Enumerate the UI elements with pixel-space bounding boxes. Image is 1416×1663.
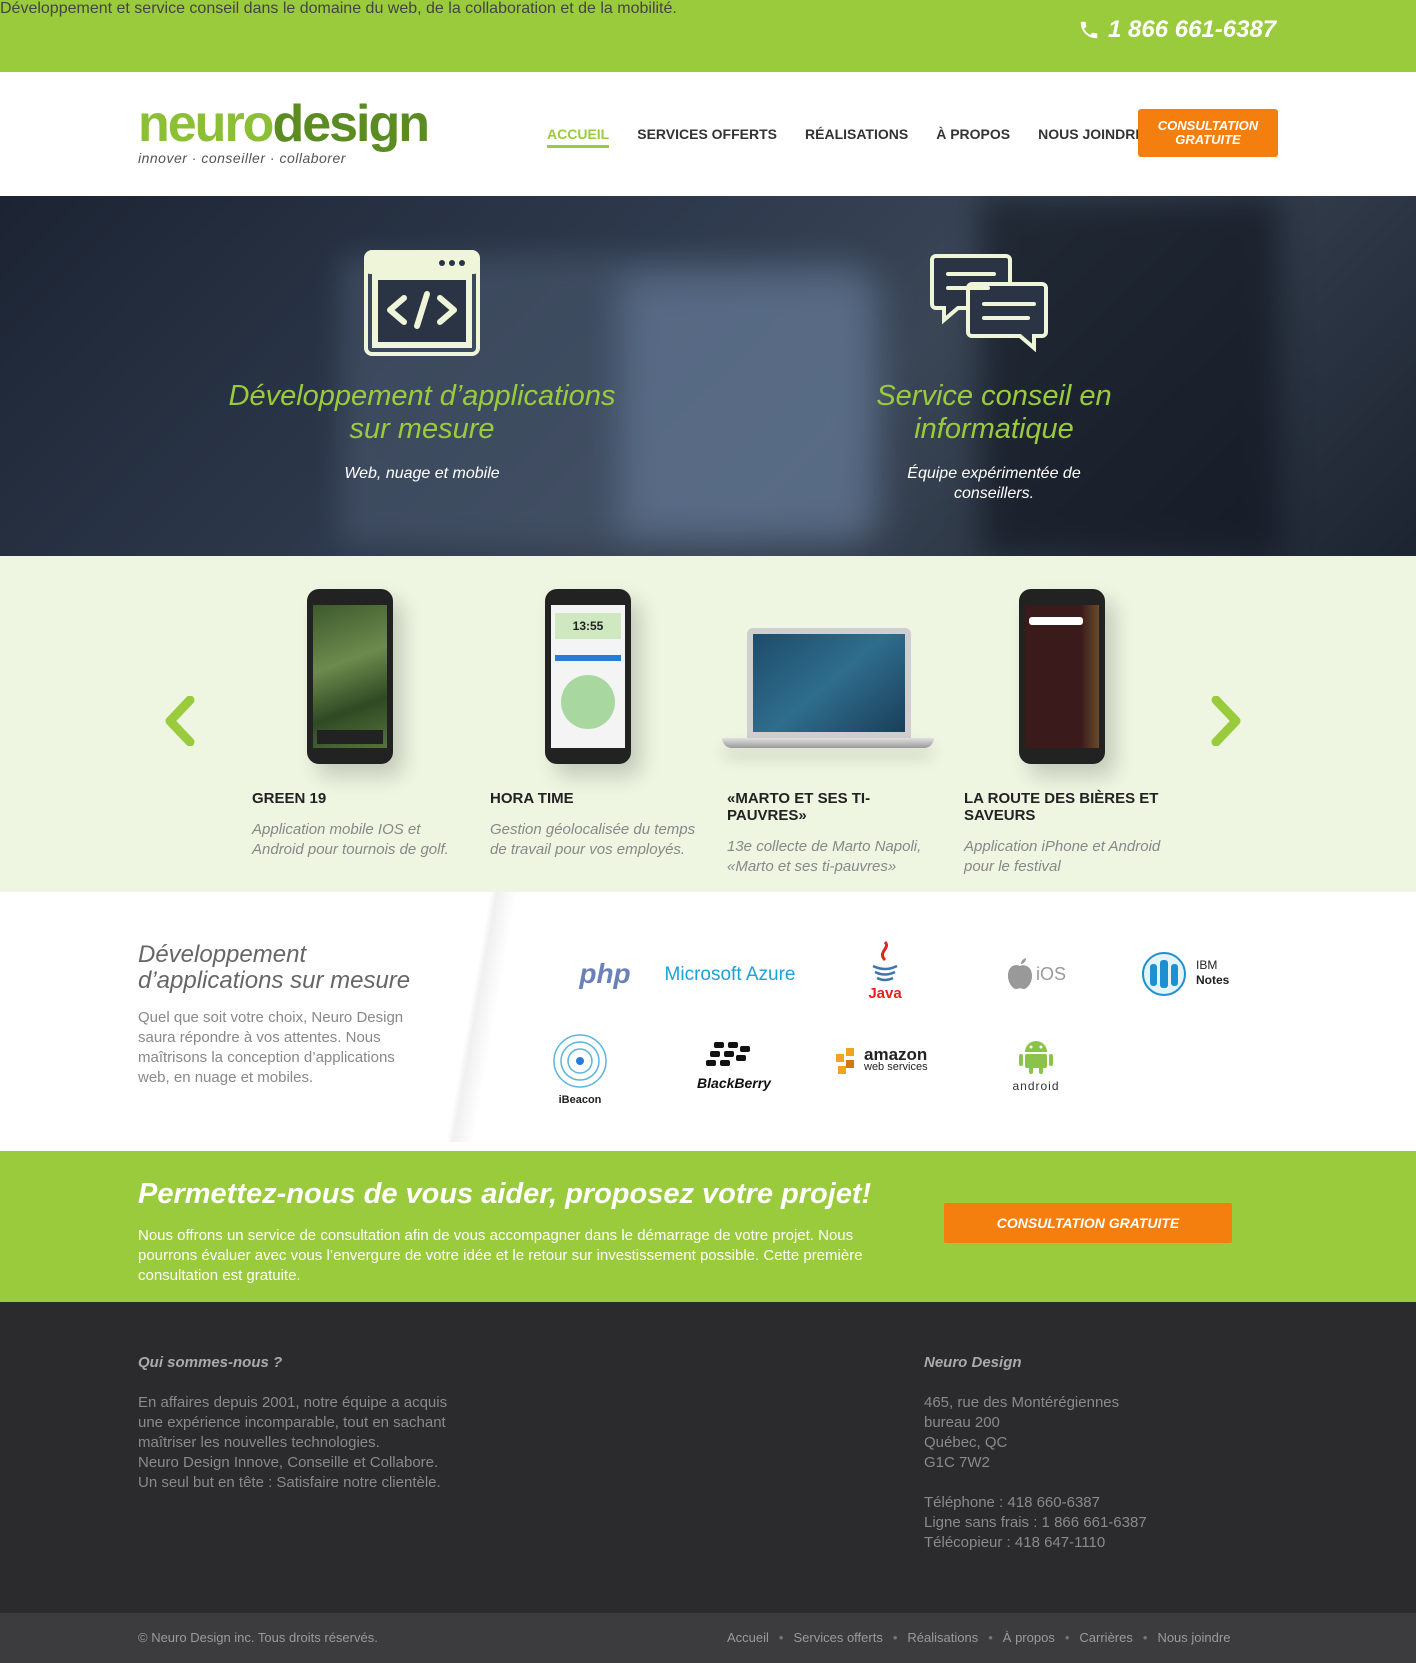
consultation-button-header[interactable]: CONSULTATION GRATUITE xyxy=(1138,109,1278,157)
carousel-next-arrow[interactable] xyxy=(1210,694,1244,754)
footer-nav-accueil[interactable]: Accueil xyxy=(727,1630,769,1645)
cta-text: Nous offrons un service de consultation … xyxy=(138,1227,863,1284)
footer-nav-carrieres[interactable]: Carrières xyxy=(1079,1630,1132,1645)
consultation-button[interactable]: CONSULTATION GRATUITE xyxy=(944,1203,1232,1243)
code-window-icon xyxy=(364,250,480,356)
portfolio-carousel xyxy=(0,556,1416,892)
ibeacon-logo: iBeacon xyxy=(548,1033,612,1106)
carousel-prev-arrow[interactable] xyxy=(162,694,196,754)
chevron-right-icon xyxy=(1211,695,1241,747)
tagline: Développement et service conseil dans le… xyxy=(0,0,677,17)
java-logo: Java xyxy=(860,940,910,1002)
logo-word-design: design xyxy=(272,95,430,153)
phone-icon xyxy=(1080,21,1098,39)
hero-subtitle-development: Web, nuage et mobile xyxy=(344,465,500,482)
android-robot-icon xyxy=(1019,1041,1053,1074)
tech-section-text: Quel que soit votre choix, Neuro Design … xyxy=(138,1009,404,1086)
phone-number: 1 866 661-6387 xyxy=(1108,16,1277,43)
footer-contact: Téléphone : 418 660-6387 Ligne sans frai… xyxy=(924,1494,1147,1551)
java-label: Java xyxy=(868,985,902,1002)
phone-link[interactable]: 1 866 661-6387 xyxy=(1078,16,1276,44)
footer-address: 465, rue des Montérégiennes bureau 200 Q… xyxy=(924,1394,1120,1471)
main-nav: ACCUEIL SERVICES OFFERTS RÉALISATIONS À … xyxy=(547,126,1145,148)
aws-cubes-icon xyxy=(836,1048,854,1074)
portfolio-item-title[interactable]: GREEN 19 xyxy=(252,790,462,807)
ibm-notes-icon xyxy=(1142,952,1186,996)
chevron-left-icon xyxy=(165,695,195,747)
portfolio-item-title[interactable]: «MARTO ET SES TI-PAUVRES» xyxy=(727,790,907,824)
apple-icon xyxy=(1008,958,1032,990)
portfolio-item-title[interactable]: HORA TIME xyxy=(490,790,700,807)
hero-service-development: Développement d’applications sur mesure … xyxy=(222,380,622,484)
cta-title: Permettez-nous de vous aider, proposez v… xyxy=(138,1178,872,1210)
hero-title-consulting: Service conseil en informatique xyxy=(876,380,1112,445)
nav-accueil[interactable]: ACCUEIL xyxy=(547,126,610,148)
footer-about-text: En affaires depuis 2001, notre équipe a … xyxy=(138,1394,448,1491)
notes-label: Notes xyxy=(1196,973,1230,987)
horatime-phone-image[interactable]: 13:55 xyxy=(545,589,631,764)
amazon-label: amazon xyxy=(864,1045,928,1064)
footer-company-title: Neuro Design xyxy=(924,1354,1022,1371)
aws-logo: amazon web services xyxy=(834,1046,944,1076)
footer-nav-realisations[interactable]: Réalisations xyxy=(907,1630,978,1645)
ibm-label: IBM xyxy=(1196,958,1218,972)
nav-nous-joindre[interactable]: NOUS JOINDRE xyxy=(1038,126,1145,148)
hero-banner xyxy=(0,196,1416,556)
logo-word-neuro: neuro xyxy=(138,95,274,153)
chat-bubbles-icon xyxy=(930,254,1048,352)
footer-about-title: Qui sommes-nous ? xyxy=(138,1354,283,1371)
green19-phone-image[interactable] xyxy=(307,589,393,764)
blackberry-label: BlackBerry xyxy=(697,1075,771,1091)
php-logo: php xyxy=(579,958,631,989)
hero-subtitle-consulting: Équipe expérimentée de conseillers. xyxy=(907,465,1081,502)
marto-laptop-image[interactable] xyxy=(747,628,911,738)
android-label: android xyxy=(1012,1079,1060,1093)
portfolio-item-title[interactable]: LA ROUTE DES BIÈRES ET SAVEURS xyxy=(964,790,1164,824)
blackberry-logo: BlackBerry xyxy=(684,1040,784,1091)
footer-nav: Accueil • Services offerts • Réalisations •… xyxy=(727,1630,1231,1645)
horatime-clock: 13:55 xyxy=(555,613,621,639)
ibeacon-label: iBeacon xyxy=(558,1094,602,1106)
tech-section-title: Développement d’applications sur mesure xyxy=(138,941,411,994)
ios-label: iOS xyxy=(1036,963,1067,984)
android-logo: android xyxy=(1000,1038,1072,1093)
nav-services[interactable]: SERVICES OFFERTS xyxy=(637,126,777,148)
copyright: © Neuro Design inc. Tous droits réservés… xyxy=(138,1630,378,1645)
java-cup-icon xyxy=(872,940,898,982)
footer-nav-nous-joindre[interactable]: Nous joindre xyxy=(1157,1630,1230,1645)
portfolio-item-desc: Application iPhone et Android pour le fe… xyxy=(964,838,1161,875)
azure-logo: Microsoft Azure xyxy=(664,964,796,985)
footer-nav-services[interactable]: Services offerts xyxy=(793,1630,882,1645)
footer-nav-a-propos[interactable]: À propos xyxy=(1003,1630,1055,1645)
ios-logo: iOS xyxy=(1006,958,1070,990)
portfolio-item-desc: Gestion géolocalisée du temps de travail… xyxy=(490,821,696,858)
site-logo[interactable]: neurodesign innover · conseiller · colla… xyxy=(138,95,430,166)
hero-title-development: Développement d’applications sur mesure xyxy=(228,380,616,445)
ibeacon-icon xyxy=(553,1034,607,1088)
webservices-label: web services xyxy=(864,1061,928,1073)
portfolio-item-desc: 13e collecte de Marto Napoli, «Marto et … xyxy=(727,838,922,875)
portfolio-item-desc: Application mobile IOS et Android pour t… xyxy=(252,821,449,858)
blackberry-icon xyxy=(706,1042,750,1066)
nav-realisations[interactable]: RÉALISATIONS xyxy=(805,126,908,148)
route-bieres-phone-image[interactable] xyxy=(1019,589,1105,764)
ibm-notes-logo: IBM Notes xyxy=(1140,950,1250,996)
nav-a-propos[interactable]: À PROPOS xyxy=(936,126,1010,148)
hero-service-consulting: Service conseil en informatique Équipe e… xyxy=(864,380,1124,504)
